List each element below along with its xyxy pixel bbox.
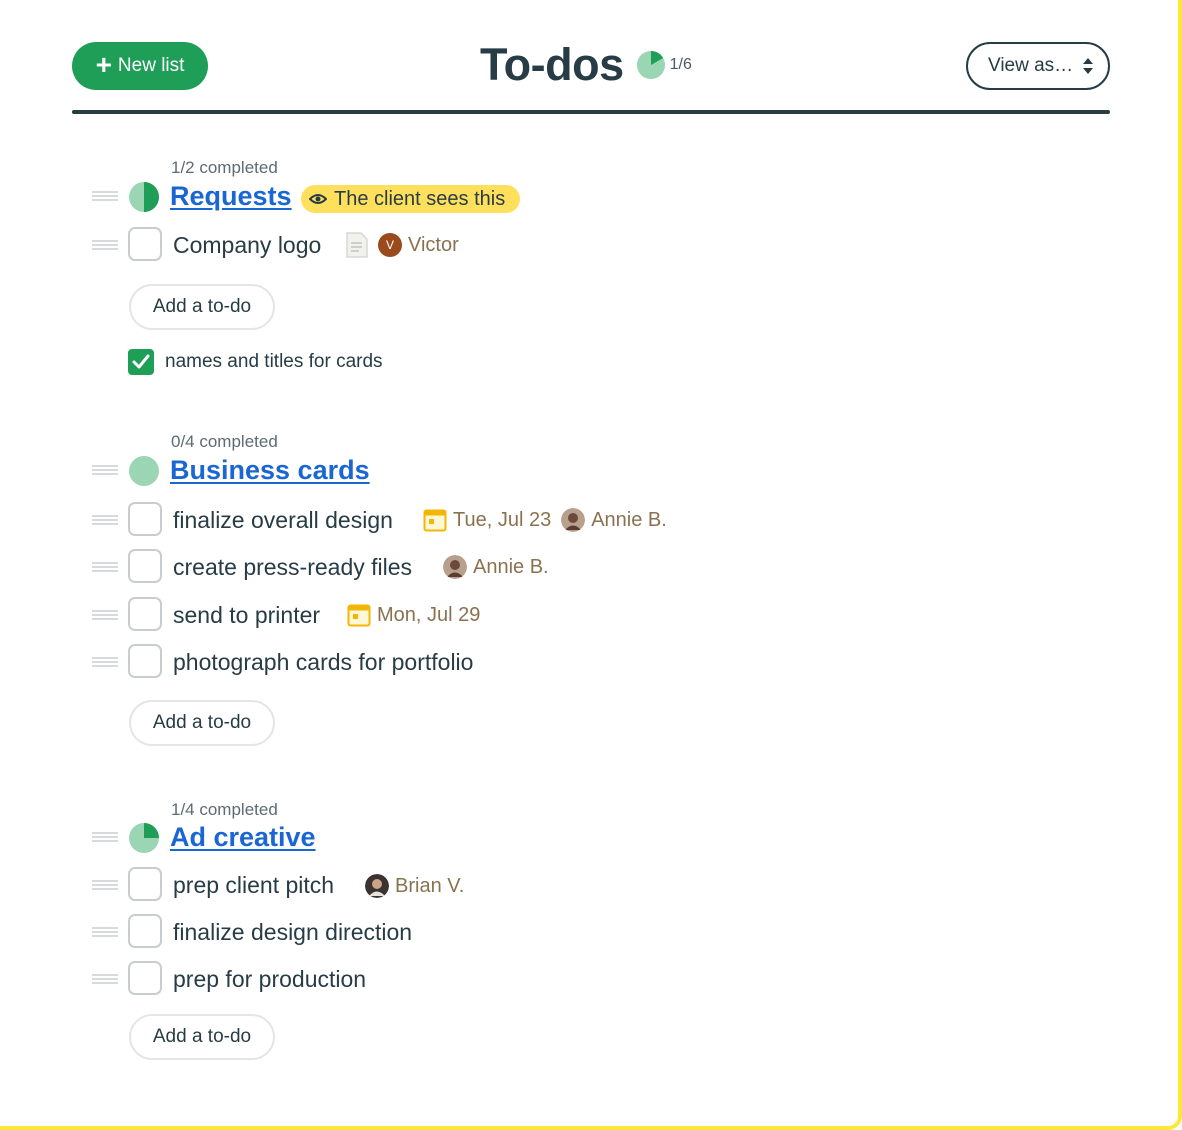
todo-text[interactable]: send to printer bbox=[173, 602, 320, 629]
todo-meta: Annie B. bbox=[443, 555, 549, 579]
page-header: + New list To-dos 1/6 View as… bbox=[72, 39, 1110, 114]
checkmark-icon bbox=[132, 354, 150, 369]
view-as-label: View as… bbox=[988, 55, 1074, 76]
todo-text[interactable]: create press-ready files bbox=[173, 554, 412, 581]
drag-handle-icon[interactable] bbox=[92, 657, 118, 667]
calendar-icon bbox=[347, 604, 371, 627]
todo-item: finalize design direction bbox=[0, 913, 1100, 949]
avatar bbox=[365, 874, 389, 898]
client-visible-badge: The client sees this bbox=[301, 185, 521, 213]
list-completed-count: 0/4 completed bbox=[171, 432, 278, 451]
updown-arrows-icon bbox=[1083, 58, 1093, 74]
todo-text[interactable]: photograph cards for portfolio bbox=[173, 649, 473, 676]
todo-item: send to printer Mon, Jul 29 bbox=[0, 596, 1100, 632]
pie-progress-icon bbox=[129, 456, 159, 486]
todo-text[interactable]: prep client pitch bbox=[173, 872, 334, 899]
todo-item: prep for production bbox=[0, 960, 1100, 996]
todo-item: photograph cards for portfolio bbox=[0, 643, 1100, 679]
todo-item: finalize overall design Tue, Jul 23 Anni… bbox=[0, 501, 1100, 537]
todo-checkbox[interactable] bbox=[128, 961, 162, 995]
plus-icon: + bbox=[95, 48, 112, 80]
drag-handle-icon[interactable] bbox=[92, 465, 118, 475]
drag-handle-icon[interactable] bbox=[92, 240, 118, 250]
todo-meta: Mon, Jul 29 bbox=[347, 603, 480, 627]
note-icon bbox=[346, 232, 368, 258]
view-as-select[interactable]: View as… bbox=[966, 42, 1110, 90]
avatar: V bbox=[378, 233, 402, 257]
title-group: To-dos 1/6 bbox=[480, 39, 692, 90]
drag-handle-icon[interactable] bbox=[92, 832, 118, 842]
assignee-name[interactable]: Annie B. bbox=[473, 556, 549, 579]
todo-checkbox[interactable] bbox=[128, 914, 162, 948]
todo-item: prep client pitch Brian V. bbox=[0, 866, 1100, 902]
assignee-name[interactable]: Annie B. bbox=[591, 509, 667, 532]
checked-checkbox[interactable] bbox=[128, 349, 154, 375]
todo-text[interactable]: Company logo bbox=[173, 232, 321, 259]
drag-handle-icon[interactable] bbox=[92, 191, 118, 201]
pie-progress-icon bbox=[129, 182, 159, 212]
list-completed-count: 1/4 completed bbox=[171, 800, 278, 819]
badge-label: The client sees this bbox=[334, 187, 506, 210]
eye-icon bbox=[309, 194, 327, 204]
drag-handle-icon[interactable] bbox=[92, 562, 118, 572]
todo-text[interactable]: names and titles for cards bbox=[165, 351, 383, 373]
drag-handle-icon[interactable] bbox=[92, 880, 118, 890]
avatar bbox=[561, 508, 586, 532]
add-todo-button[interactable]: Add a to-do bbox=[129, 1014, 275, 1060]
pie-progress-icon bbox=[129, 823, 159, 853]
assignee-name[interactable]: Victor bbox=[408, 234, 459, 257]
add-todo-button[interactable]: Add a to-do bbox=[129, 700, 275, 746]
page-title: To-dos bbox=[480, 39, 624, 90]
new-list-label: New list bbox=[117, 55, 185, 76]
todo-checkbox[interactable] bbox=[128, 549, 162, 583]
todo-item: Company logo V Victor bbox=[0, 226, 1100, 262]
drag-handle-icon[interactable] bbox=[92, 927, 118, 937]
todo-checkbox[interactable] bbox=[128, 644, 162, 678]
todo-checkbox[interactable] bbox=[128, 597, 162, 631]
list-title-link[interactable]: Ad creative bbox=[170, 822, 316, 853]
add-todo-button[interactable]: Add a to-do bbox=[129, 284, 275, 330]
todo-checkbox[interactable] bbox=[128, 227, 162, 261]
todo-text[interactable]: finalize overall design bbox=[173, 507, 393, 534]
list-title-link[interactable]: Requests bbox=[170, 181, 292, 212]
pie-progress-icon bbox=[636, 50, 665, 80]
list-title-link[interactable]: Business cards bbox=[170, 455, 370, 486]
completed-todo-item: names and titles for cards bbox=[128, 349, 383, 375]
header-divider bbox=[72, 110, 1110, 114]
todo-meta: V Victor bbox=[346, 232, 459, 258]
list-completed-count: 1/2 completed bbox=[171, 158, 278, 177]
todo-checkbox[interactable] bbox=[128, 867, 162, 901]
calendar-icon bbox=[423, 509, 447, 532]
avatar bbox=[443, 555, 467, 579]
todo-meta: Brian V. bbox=[365, 874, 464, 898]
todo-item: create press-ready files Annie B. bbox=[0, 548, 1100, 584]
todo-text[interactable]: finalize design direction bbox=[173, 919, 412, 946]
todo-meta: Tue, Jul 23 Annie B. bbox=[423, 508, 667, 532]
assignee-name[interactable]: Brian V. bbox=[395, 875, 464, 898]
drag-handle-icon[interactable] bbox=[92, 610, 118, 620]
drag-handle-icon[interactable] bbox=[92, 974, 118, 984]
progress-count: 1/6 bbox=[669, 56, 692, 73]
drag-handle-icon[interactable] bbox=[92, 515, 118, 525]
due-date[interactable]: Mon, Jul 29 bbox=[377, 604, 480, 627]
todo-text[interactable]: prep for production bbox=[173, 966, 366, 993]
new-list-button[interactable]: + New list bbox=[72, 42, 208, 90]
todo-checkbox[interactable] bbox=[128, 502, 162, 536]
due-date[interactable]: Tue, Jul 23 bbox=[453, 509, 551, 532]
